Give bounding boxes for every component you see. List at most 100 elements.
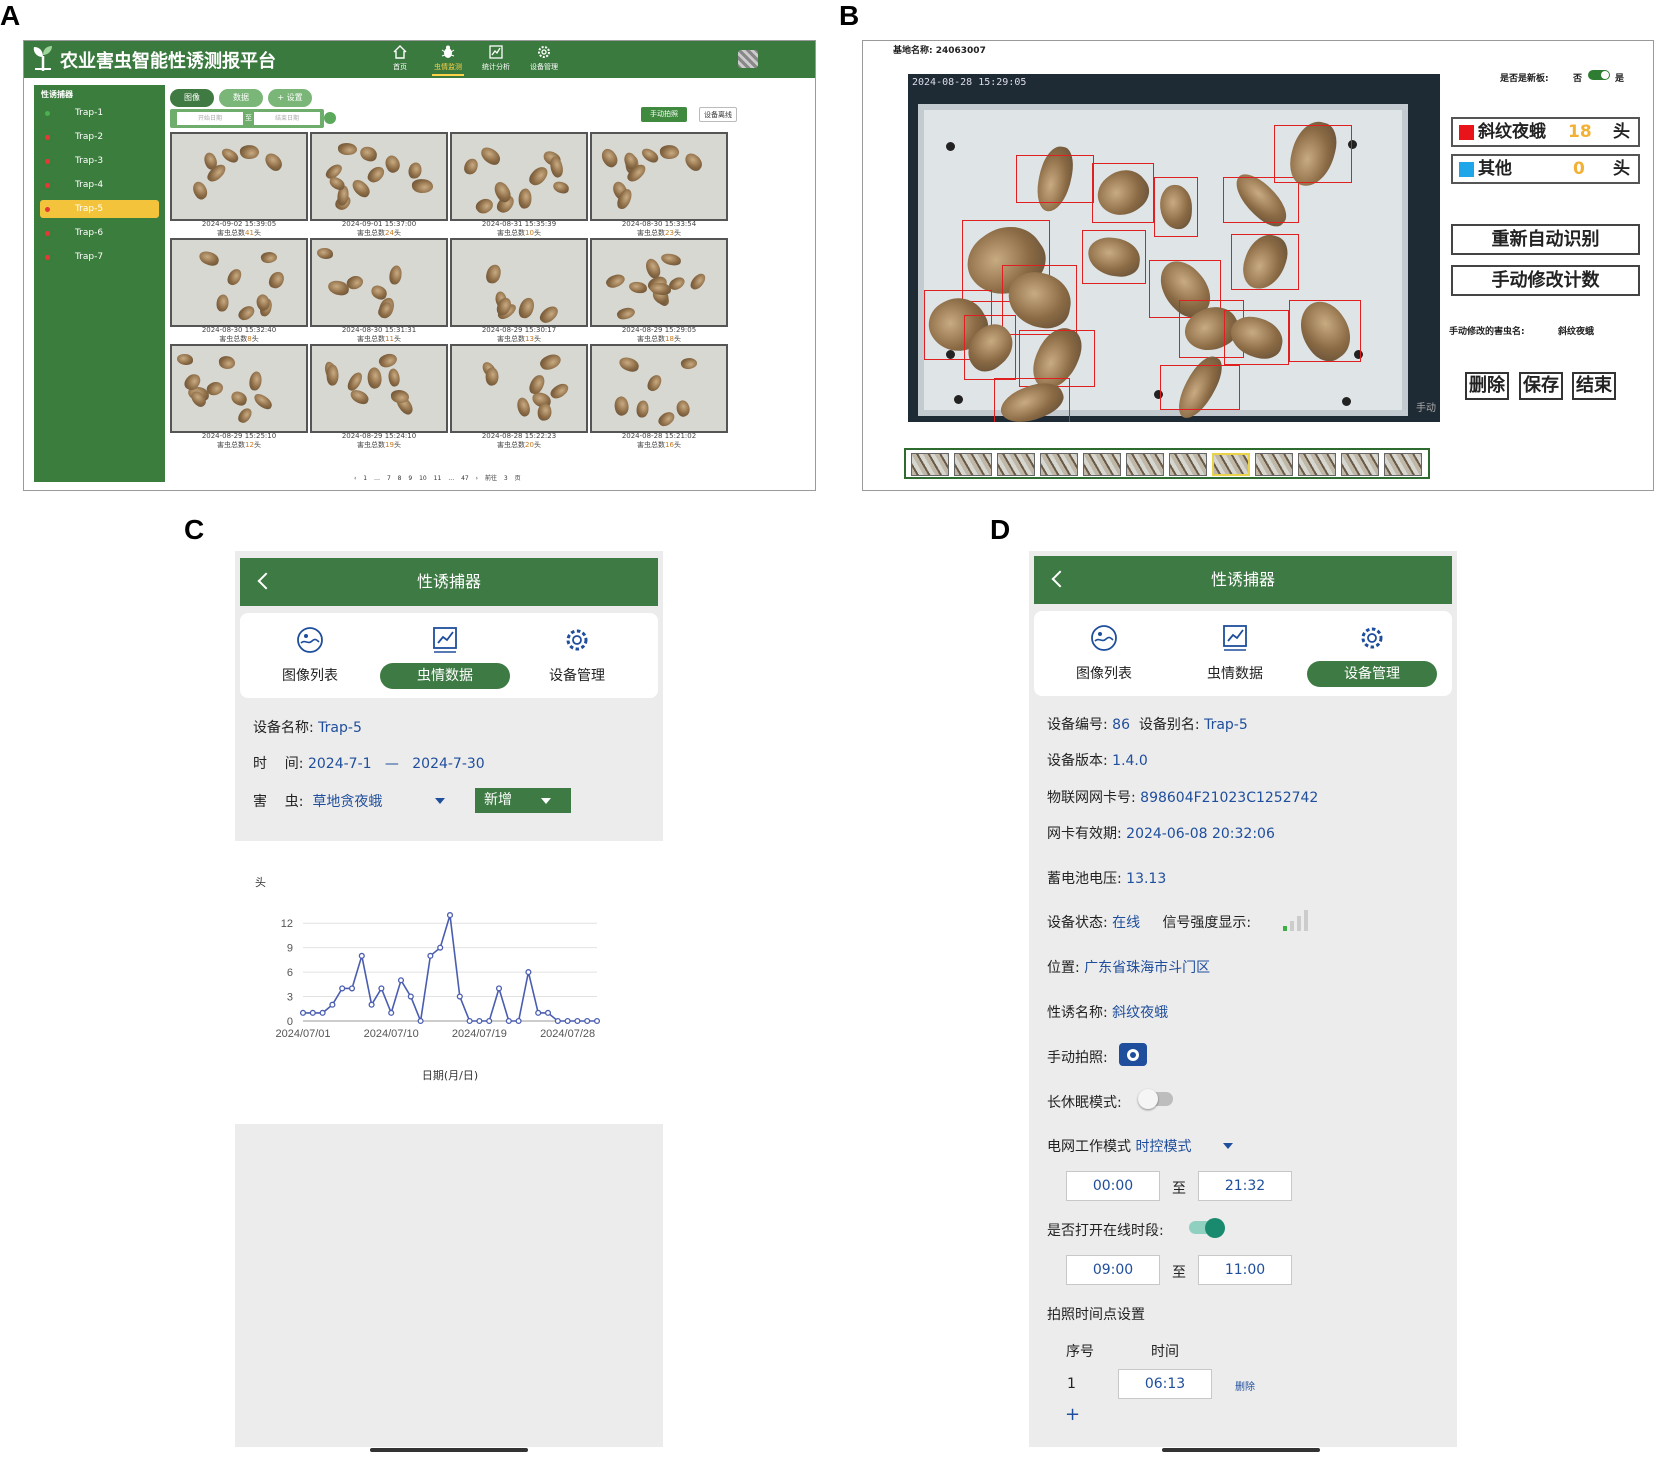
moth — [537, 350, 564, 374]
detection-box[interactable] — [1160, 365, 1240, 410]
moth — [358, 145, 379, 163]
sidebar-item-trap[interactable]: Trap-6 — [40, 224, 159, 242]
sidebar-item-trap[interactable]: Trap-1 — [40, 104, 159, 122]
sidebar-item-trap[interactable]: Trap-2 — [40, 128, 159, 146]
chevron-down-icon[interactable] — [1223, 1143, 1233, 1149]
strip-thumbnail[interactable] — [997, 453, 1035, 476]
count-unit: 头 — [673, 229, 681, 237]
detection-box[interactable] — [1289, 300, 1361, 362]
manual-count-button[interactable]: 手动修改计数 — [1451, 265, 1640, 296]
trap-image-thumbnail[interactable] — [310, 344, 448, 433]
detection-box[interactable] — [1223, 177, 1299, 223]
online-start-input[interactable]: 09:00 — [1066, 1255, 1160, 1285]
detection-box[interactable] — [1231, 234, 1299, 290]
reidentify-button[interactable]: 重新自动识别 — [1451, 224, 1640, 255]
schedule-delete-link[interactable]: 删除 — [1235, 1378, 1255, 1393]
online-end-input[interactable]: 11:00 — [1198, 1255, 1292, 1285]
capture-time: 2024-08-28 15:21:02 — [621, 432, 697, 440]
strip-thumbnail[interactable] — [1212, 453, 1250, 476]
detection-box[interactable] — [964, 315, 1016, 380]
tab-pest-data[interactable]: 虫情数据 — [1170, 611, 1300, 696]
data-point — [486, 1017, 493, 1025]
data-point — [299, 1009, 307, 1016]
camera-icon[interactable] — [1119, 1043, 1147, 1066]
count-prefix: 害虫总数 — [497, 441, 526, 449]
strip-thumbnail[interactable] — [954, 453, 992, 476]
manual-photo-button[interactable]: 手动拍照 — [641, 107, 687, 122]
trap-image-thumbnail[interactable] — [170, 238, 308, 327]
trap-image-thumbnail[interactable] — [170, 344, 308, 433]
strip-thumbnail[interactable] — [1298, 453, 1336, 476]
moth — [552, 180, 570, 195]
end-button[interactable]: 结束 — [1572, 372, 1616, 400]
detection-box[interactable] — [1274, 125, 1352, 183]
sidebar-item-trap[interactable]: Trap-5 — [40, 200, 159, 218]
sleep-toggle[interactable] — [1138, 1089, 1173, 1109]
end-date-input[interactable]: 结束日期 — [254, 112, 320, 125]
online-period-toggle[interactable] — [1189, 1218, 1225, 1238]
tab-image-list[interactable]: 图像列表 — [1039, 611, 1169, 696]
pest-select[interactable]: 草地贪夜蛾 — [312, 794, 382, 810]
tab-device-mgmt[interactable]: 设备管理 — [512, 613, 642, 698]
time-start-input[interactable]: 00:00 — [1066, 1171, 1160, 1201]
strip-thumbnail[interactable] — [1255, 453, 1293, 476]
add-dropdown[interactable]: 新增 — [475, 788, 571, 813]
detection-box[interactable] — [994, 378, 1070, 422]
offline-status-button[interactable]: 设备离线 — [699, 107, 737, 122]
schedule-time-input[interactable]: 06:13 — [1118, 1369, 1212, 1399]
trap-image-thumbnail[interactable] — [310, 132, 448, 221]
trap-image-thumbnail[interactable] — [450, 238, 588, 327]
back-arrow-icon[interactable] — [257, 572, 275, 590]
strip-thumbnail[interactable] — [911, 453, 949, 476]
strip-thumbnail[interactable] — [1040, 453, 1078, 476]
search-icon[interactable] — [324, 112, 336, 124]
time-start[interactable]: 2024-7-1 — [308, 756, 372, 772]
strip-thumbnail[interactable] — [1341, 453, 1379, 476]
pagination[interactable]: ‹ 1 … 7 8 9 10 11 … 47 › 前往 3 页 — [354, 473, 521, 482]
tab-settings[interactable]: + 设置 — [268, 89, 312, 107]
strip-thumbnail[interactable] — [1126, 453, 1164, 476]
tab-pest-data[interactable]: 虫情数据 — [380, 613, 510, 698]
detection-box[interactable] — [1154, 177, 1198, 237]
trap-image-thumbnail[interactable] — [590, 344, 728, 433]
grid-mode-select[interactable]: 时控模式 — [1135, 1139, 1191, 1155]
trap-image-thumbnail[interactable] — [450, 132, 588, 221]
strip-thumbnail[interactable] — [1384, 453, 1422, 476]
start-date-input[interactable]: 开始日期 — [177, 112, 243, 125]
back-arrow-icon[interactable] — [1051, 570, 1069, 588]
tab-data[interactable]: 数据 — [219, 89, 263, 107]
trap-image-thumbnail[interactable] — [450, 344, 588, 433]
tab-device-mgmt[interactable]: 设备管理 — [1307, 611, 1437, 696]
sidebar-item-trap[interactable]: Trap-7 — [40, 248, 159, 266]
detection-box[interactable] — [1092, 163, 1154, 223]
user-avatar[interactable] — [738, 50, 758, 68]
trap-image-thumbnail[interactable] — [590, 132, 728, 221]
time-end-input[interactable]: 21:32 — [1198, 1171, 1292, 1201]
detection-box[interactable] — [1082, 230, 1146, 284]
delete-button[interactable]: 删除 — [1465, 372, 1509, 400]
moth — [645, 372, 664, 394]
data-point — [495, 985, 503, 992]
strip-thumbnail[interactable] — [1083, 453, 1121, 476]
moth — [547, 155, 566, 179]
detection-box[interactable] — [1224, 310, 1289, 365]
detection-box[interactable] — [1016, 155, 1094, 203]
device-name-row: 设备名称: Trap-5 — [253, 717, 362, 737]
trap-image-thumbnail[interactable] — [170, 132, 308, 221]
trap-image-thumbnail[interactable] — [590, 238, 728, 327]
save-button[interactable]: 保存 — [1519, 372, 1563, 400]
strip-thumbnail[interactable] — [1169, 453, 1207, 476]
new-board-toggle[interactable] — [1588, 70, 1610, 80]
chevron-down-icon[interactable] — [435, 798, 445, 804]
trap-image-thumbnail[interactable] — [310, 238, 448, 327]
tab-image-list[interactable]: 图像列表 — [245, 613, 375, 698]
version-row: 设备版本: 1.4.0 — [1047, 750, 1148, 770]
nav-device[interactable]: 设备管理 — [516, 44, 572, 77]
trap-photo[interactable]: 2024-08-28 15:29:05 手动 — [908, 74, 1440, 422]
tab-image[interactable]: 图像 — [170, 89, 214, 107]
time-end[interactable]: 2024-7-30 — [412, 756, 484, 772]
data-point — [525, 969, 532, 976]
sidebar-item-trap[interactable]: Trap-3 — [40, 152, 159, 170]
add-schedule-button[interactable]: + — [1065, 1404, 1080, 1425]
sidebar-item-trap[interactable]: Trap-4 — [40, 176, 159, 194]
